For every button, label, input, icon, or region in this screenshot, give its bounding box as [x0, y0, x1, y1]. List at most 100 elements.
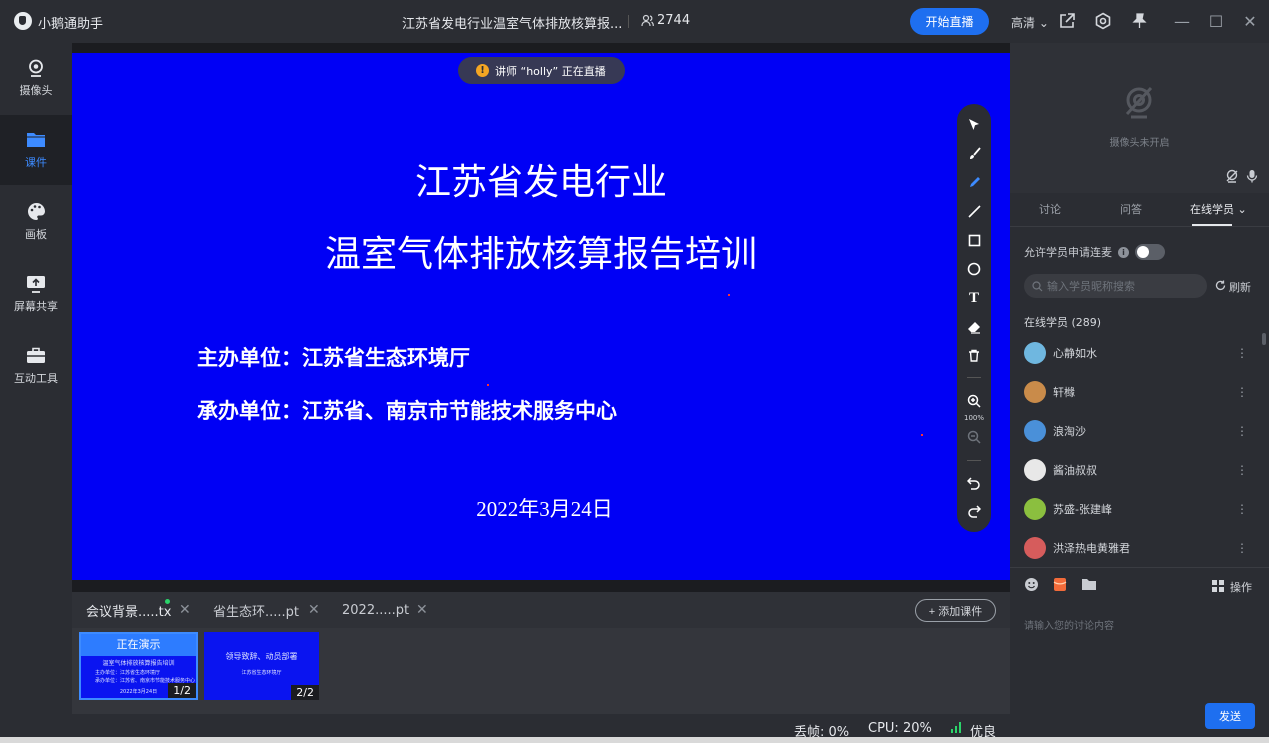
- pin-icon[interactable]: [1128, 10, 1150, 32]
- sidebar-item-screen-share[interactable]: 屏幕共享: [0, 259, 72, 329]
- cursor-icon[interactable]: [957, 114, 991, 134]
- rectangle-icon[interactable]: [957, 230, 991, 250]
- taskbar-strip: [0, 737, 1269, 743]
- more-icon[interactable]: ⋮: [1236, 385, 1248, 399]
- sidebar-item-whiteboard[interactable]: 画板: [0, 187, 72, 257]
- tab-qa[interactable]: 问答: [1120, 201, 1142, 217]
- start-live-button[interactable]: 开始直播: [910, 8, 989, 35]
- cpu-stat: CPU: 20%: [868, 721, 932, 736]
- operations-label: 操作: [1230, 581, 1252, 594]
- search-icon: [1032, 277, 1043, 296]
- share-icon[interactable]: [1056, 10, 1078, 32]
- info-icon[interactable]: i: [1118, 246, 1129, 258]
- folder-icon[interactable]: [1081, 577, 1097, 595]
- redo-icon[interactable]: [957, 501, 991, 521]
- list-item[interactable]: 浪淘沙 ⋮: [1010, 411, 1269, 450]
- laser-mark: [921, 434, 923, 436]
- more-icon[interactable]: ⋮: [1236, 502, 1248, 516]
- slide-thumbnail-2[interactable]: 领导致辞、动员部署 江苏省生态环境厅 2/2: [204, 632, 319, 700]
- red-packet-icon[interactable]: [1053, 577, 1067, 596]
- refresh-icon: [1215, 280, 1226, 294]
- list-item[interactable]: 轩橼 ⋮: [1010, 372, 1269, 411]
- drawing-toolbar: T 100%: [957, 104, 991, 532]
- avatar: [1024, 497, 1046, 520]
- brush-icon[interactable]: [957, 143, 991, 163]
- refresh-button[interactable]: 刷新: [1215, 279, 1251, 295]
- more-icon[interactable]: ⋮: [1236, 541, 1248, 555]
- sidebar-item-label: 画板: [25, 227, 47, 241]
- webcam-icon: [26, 59, 46, 77]
- list-item[interactable]: 苏盛-张建峰 ⋮: [1010, 489, 1269, 528]
- close-icon[interactable]: ✕: [308, 602, 320, 618]
- refresh-label: 刷新: [1229, 281, 1251, 294]
- sidebar-item-courseware[interactable]: 课件: [0, 115, 72, 185]
- student-list: 心静如水 ⋮ 轩橼 ⋮ 浪淘沙 ⋮ 酱油叔叔 ⋮ 苏盛-张建峰 ⋮ 洪泽热电黄雅…: [1010, 333, 1269, 567]
- sidebar-item-interactive-tools[interactable]: 互动工具: [0, 331, 72, 401]
- more-icon[interactable]: ⋮: [1236, 424, 1248, 438]
- eraser-icon[interactable]: [957, 317, 991, 337]
- line-icon[interactable]: [957, 201, 991, 221]
- app-window: 小鹅通助手 江苏省发电行业温室气体排放核算报... 2744 开始直播 高清 ⌄…: [0, 0, 1269, 743]
- zoom-in-icon[interactable]: [957, 391, 991, 411]
- grid-icon: [1212, 579, 1224, 595]
- scrollbar[interactable]: [1262, 333, 1266, 345]
- discussion-input[interactable]: [1024, 617, 1254, 697]
- more-icon[interactable]: ⋮: [1236, 463, 1248, 477]
- stage-top-bar: [72, 43, 1010, 53]
- tab-discussion[interactable]: 讨论: [1039, 201, 1061, 217]
- more-icon[interactable]: ⋮: [1236, 346, 1248, 360]
- list-item[interactable]: 心静如水 ⋮: [1010, 333, 1269, 372]
- list-item[interactable]: 酱油叔叔 ⋮: [1010, 450, 1269, 489]
- add-courseware-button[interactable]: + 添加课件: [915, 599, 996, 622]
- allow-mic-label: 允许学员申请连麦: [1024, 246, 1112, 259]
- stage-divider: [72, 580, 1010, 592]
- minimize-icon[interactable]: —: [1171, 10, 1193, 32]
- file-tab[interactable]: 2022.....pt: [342, 592, 409, 628]
- camera-settings-icon[interactable]: [1225, 169, 1239, 187]
- quality-select[interactable]: 高清 ⌄: [1011, 14, 1049, 31]
- undo-icon[interactable]: [957, 473, 991, 493]
- screen-share-icon: [26, 275, 46, 293]
- student-name: 浪淘沙: [1053, 424, 1086, 438]
- zoom-out-icon[interactable]: [957, 427, 991, 447]
- chevron-down-icon: ⌄: [1237, 203, 1247, 216]
- camera-preview: 摄像头未开启: [1010, 43, 1269, 193]
- operations-button[interactable]: 操作: [1212, 579, 1252, 595]
- zoom-level: 100%: [963, 414, 984, 422]
- emoji-icon[interactable]: [1024, 577, 1039, 596]
- file-tab[interactable]: 省生态环.....pt: [213, 592, 299, 628]
- microphone-icon[interactable]: [1246, 169, 1258, 187]
- list-item[interactable]: 洪泽热电黄雅君 ⋮: [1010, 528, 1269, 567]
- panel-tabs: 讨论 问答 在线学员 ⌄: [1010, 193, 1269, 227]
- tab-online-students[interactable]: 在线学员 ⌄: [1190, 201, 1247, 217]
- page-number: 1/2: [168, 683, 196, 698]
- camera-off-icon: [1122, 85, 1156, 119]
- close-icon[interactable]: ✕: [179, 602, 191, 618]
- left-sidebar: 摄像头 课件 画板 屏幕共享 互动工具: [0, 43, 72, 743]
- pen-icon[interactable]: [957, 172, 991, 192]
- send-button[interactable]: 发送: [1205, 703, 1255, 729]
- page-number: 2/2: [291, 685, 319, 700]
- maximize-icon[interactable]: ☐: [1205, 10, 1227, 32]
- camera-off-text: 摄像头未开启: [1109, 138, 1170, 149]
- online-people-count: 2744: [657, 13, 691, 28]
- chat-toolbar: 操作: [1010, 567, 1269, 603]
- title-bar: 小鹅通助手 江苏省发电行业温室气体排放核算报... 2744 开始直播 高清 ⌄…: [0, 0, 1269, 43]
- slide-subtitle: 温室气体排放核算报告培训: [324, 234, 757, 275]
- presentation-slide: ! 讲师 “holly” 正在直播 江苏省发电行业 温室气体排放核算报告培训 主…: [72, 53, 1010, 580]
- sidebar-item-label: 摄像头: [19, 83, 53, 97]
- circle-icon[interactable]: [957, 259, 991, 279]
- trash-icon[interactable]: [957, 345, 991, 365]
- settings-icon[interactable]: [1092, 10, 1114, 32]
- sidebar-item-camera[interactable]: 摄像头: [0, 43, 72, 113]
- search-input[interactable]: [1047, 279, 1197, 293]
- student-name: 酱油叔叔: [1053, 463, 1097, 477]
- file-tab[interactable]: 会议背景.....tx: [86, 592, 171, 628]
- close-icon[interactable]: ✕: [1239, 10, 1261, 32]
- allow-mic-toggle[interactable]: [1135, 244, 1165, 260]
- close-icon[interactable]: ✕: [416, 602, 428, 618]
- slide-title: 江苏省发电行业: [414, 162, 667, 203]
- slide-thumbnail-1[interactable]: 正在演示 温室气体排放核算报告培训 主办单位：江苏省生态环境厅 承办单位：江苏省…: [79, 632, 198, 700]
- thumbnail-text: 主办单位：江苏省生态环境厅: [95, 670, 161, 676]
- text-icon[interactable]: T: [957, 288, 991, 308]
